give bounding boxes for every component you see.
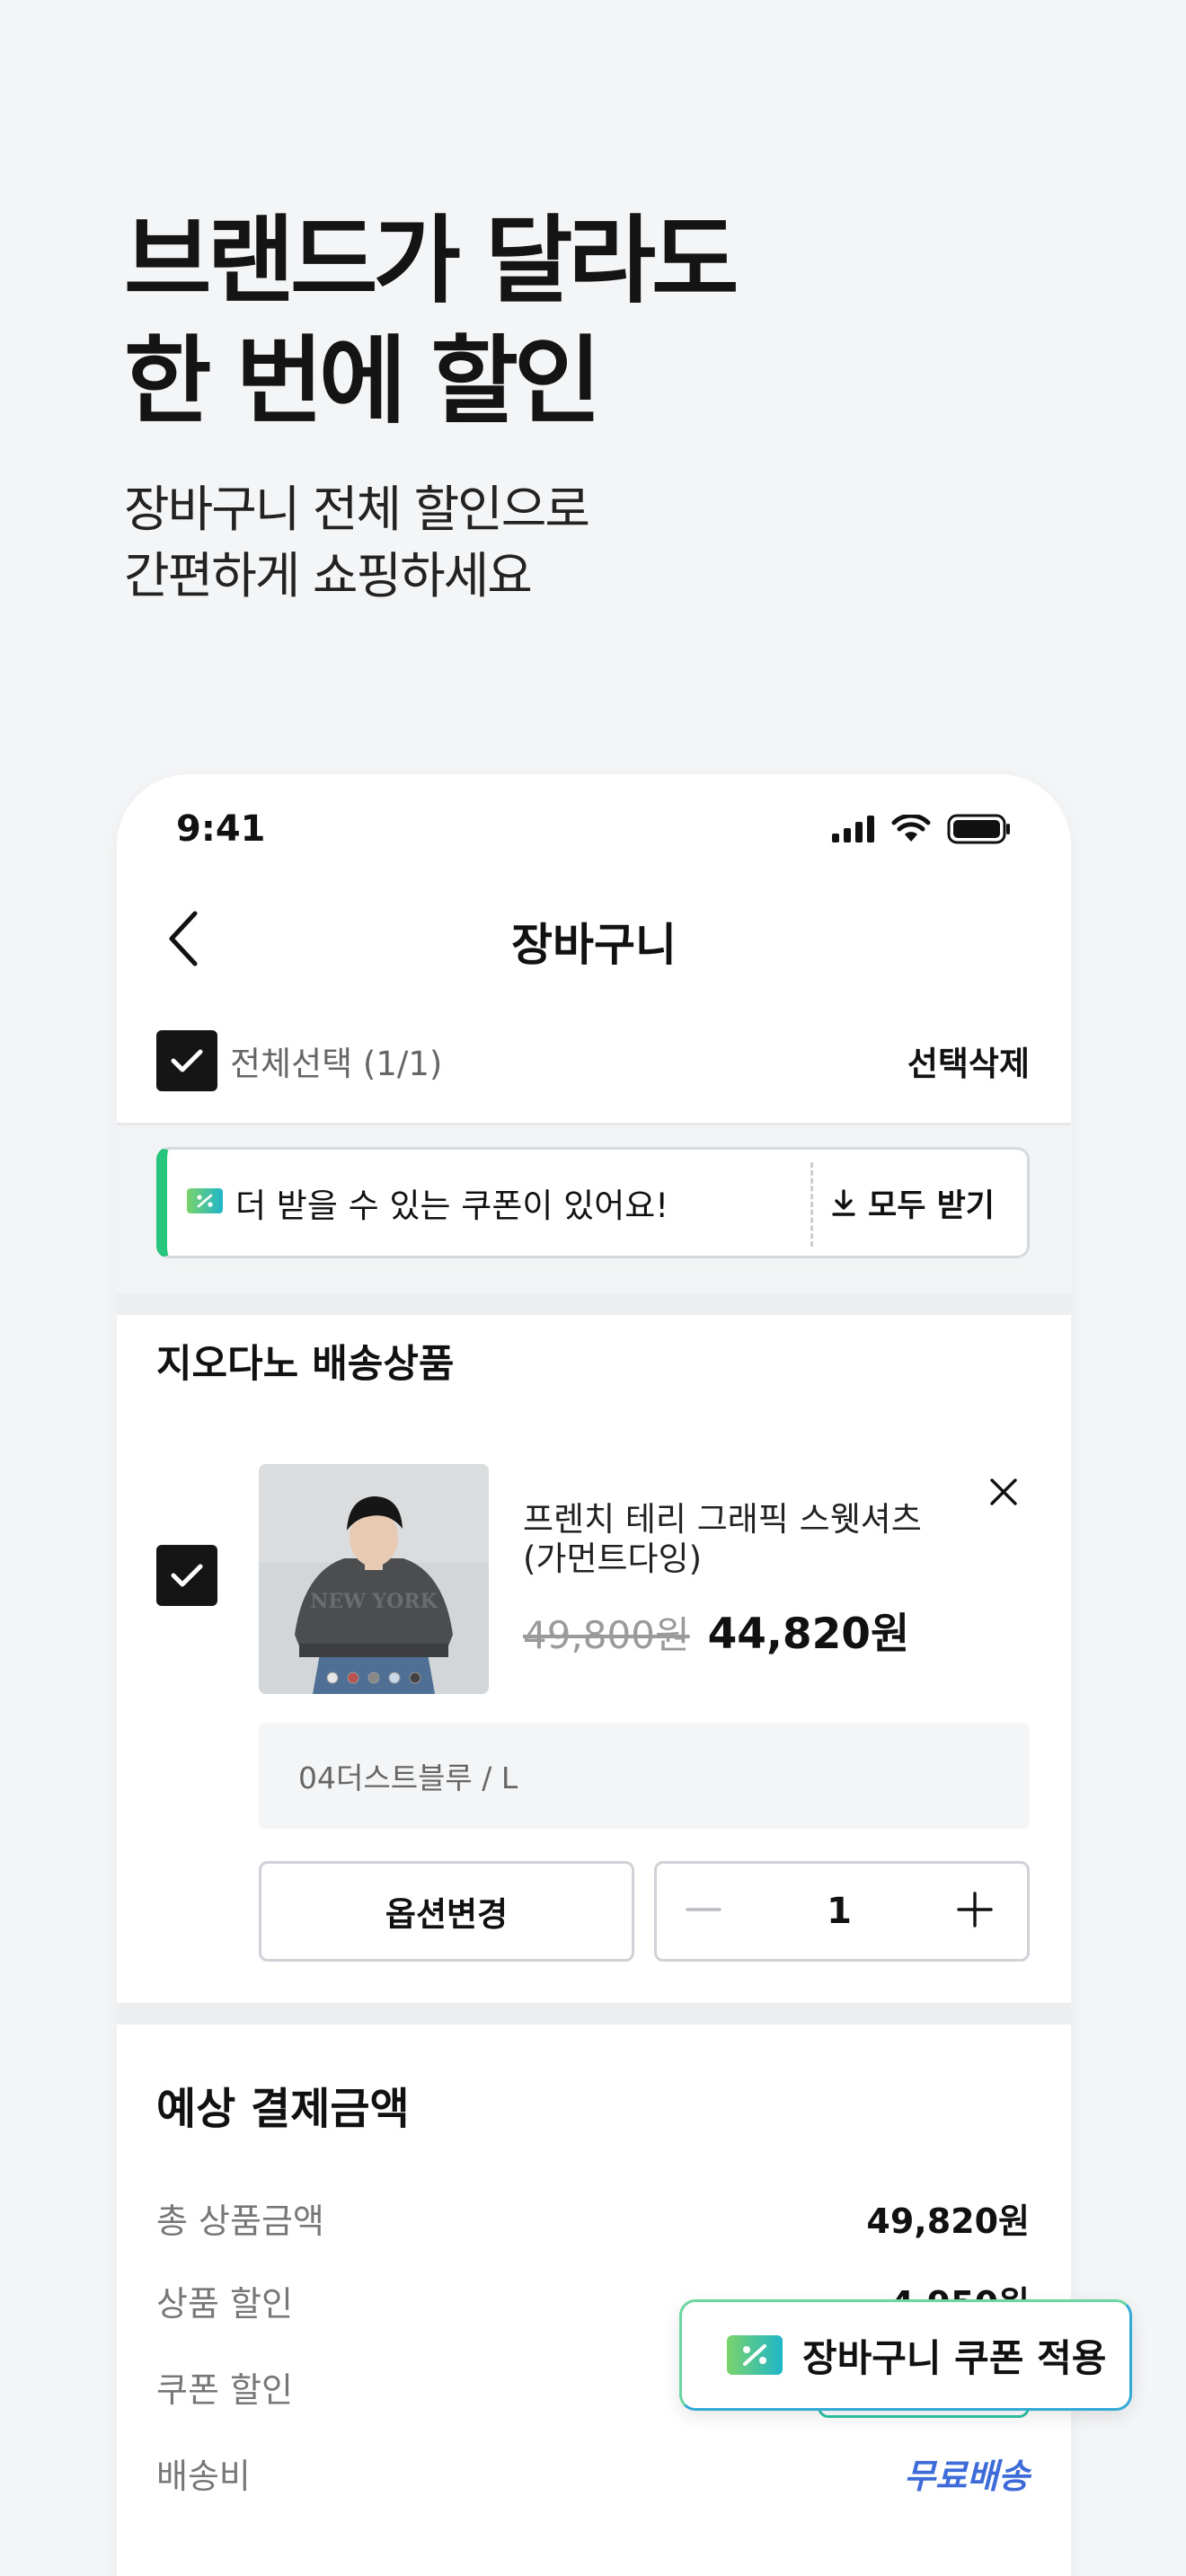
hero-subline-line1: 장바구니 전체 할인으로 xyxy=(124,481,590,538)
payment-row-shipping: 배송비 무료배송 xyxy=(156,2448,1030,2498)
hero-subline: 장바구니 전체 할인으로 간편하게 쇼핑하세요 xyxy=(124,476,590,609)
payment-value: 49,820원 xyxy=(866,2201,1030,2241)
hero-headline-line2: 한 번에 할인 xyxy=(124,326,601,437)
payment-label: 쿠폰 할인 xyxy=(156,2370,293,2410)
coupon-ticket-icon xyxy=(727,2335,783,2375)
battery-icon xyxy=(947,814,1010,844)
coupon-divider xyxy=(810,1162,813,1247)
quantity-value: 1 xyxy=(827,1891,852,1932)
delete-selected-button[interactable]: 선택삭제 xyxy=(907,1037,1030,1085)
minus-icon xyxy=(686,1908,721,1911)
payment-title: 예상 결제금액 xyxy=(156,2084,410,2134)
hero-headline-line1: 브랜드가 달라도 xyxy=(124,206,739,316)
check-icon xyxy=(171,1049,203,1072)
increase-quantity-button[interactable] xyxy=(955,1890,995,1933)
check-icon xyxy=(171,1564,203,1587)
payment-label: 배송비 xyxy=(156,2457,251,2496)
product-image[interactable]: NEW YORK xyxy=(259,1464,489,1694)
section-divider xyxy=(117,1293,1071,1315)
select-all-checkbox[interactable] xyxy=(156,1030,217,1091)
wifi-icon xyxy=(891,815,931,842)
coupon-ticket-icon xyxy=(187,1188,223,1217)
select-all-label[interactable]: 전체선택 (1/1) xyxy=(230,1037,442,1085)
payment-label: 상품 할인 xyxy=(156,2284,293,2324)
product-name[interactable]: 프렌치 테리 그래픽 스웻셔츠 (가먼트다잉) xyxy=(523,1500,972,1579)
status-icons xyxy=(832,814,1012,844)
section-divider xyxy=(117,2003,1071,2025)
download-all-label: 모두 받기 xyxy=(868,1187,995,1224)
apply-cart-coupon-label: 장바구니 쿠폰 적용 xyxy=(802,2335,1107,2380)
payment-label: 총 상품금액 xyxy=(156,2201,324,2241)
page-title: 장바구니 xyxy=(511,919,677,971)
signal-icon xyxy=(832,816,874,842)
download-icon xyxy=(832,1189,855,1216)
sale-price: 44,820원 xyxy=(707,1610,910,1659)
remove-item-button[interactable] xyxy=(979,1468,1028,1516)
select-all-row: 전체선택 (1/1) 선택삭제 xyxy=(156,1029,1030,1092)
coupon-banner-area: 더 받을 수 있는 쿠폰이 있어요! 모두 받기 xyxy=(117,1123,1071,1293)
selected-option: 04더스트블루 / L xyxy=(259,1723,1030,1829)
product-image-print: NEW YORK xyxy=(310,1590,438,1613)
item-checkbox[interactable] xyxy=(156,1545,217,1606)
close-icon xyxy=(990,1478,1017,1505)
coupon-banner-text: 더 받을 수 있는 쿠폰이 있어요! xyxy=(235,1187,669,1225)
hero-headline: 브랜드가 달라도 한 번에 할인 xyxy=(124,201,739,442)
hero-subline-line2: 간편하게 쇼핑하세요 xyxy=(124,547,533,604)
original-price: 49,800원 xyxy=(523,1613,690,1657)
price-row: 49,800원 44,820원 xyxy=(523,1599,909,1661)
quantity-stepper: 1 xyxy=(654,1861,1030,1962)
download-all-coupons-button[interactable]: 모두 받기 xyxy=(830,1180,995,1226)
change-option-button[interactable]: 옵션변경 xyxy=(259,1861,634,1962)
plus-icon xyxy=(957,1892,993,1928)
apply-cart-coupon-button[interactable]: 장바구니 쿠폰 적용 xyxy=(679,2299,1132,2411)
payment-value: 무료배송 xyxy=(904,2457,1030,2496)
brand-section-title: 지오다노 배송상품 xyxy=(156,1342,455,1387)
coupon-banner[interactable]: 더 받을 수 있는 쿠폰이 있어요! 모두 받기 xyxy=(156,1147,1030,1258)
status-time: 9:41 xyxy=(176,808,266,850)
decrease-quantity-button[interactable] xyxy=(684,1890,723,1933)
payment-row-total: 총 상품금액 49,820원 xyxy=(156,2193,1030,2243)
